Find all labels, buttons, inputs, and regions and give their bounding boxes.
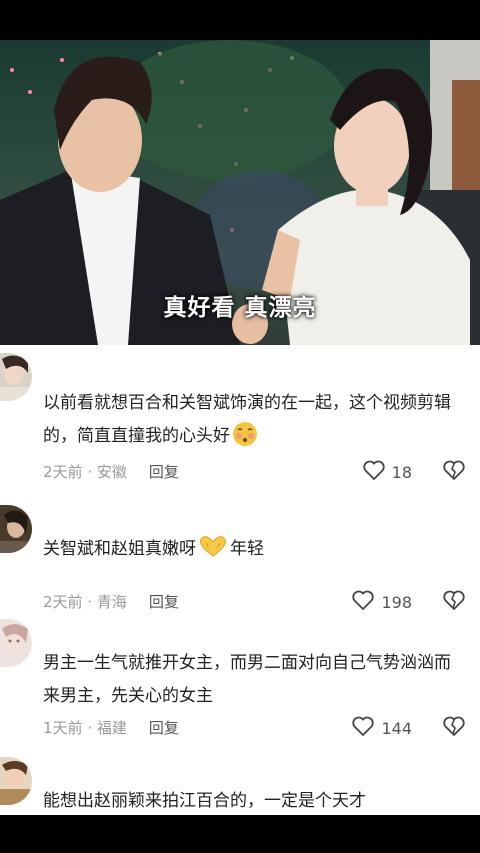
reply-button[interactable]: 回复	[149, 593, 179, 611]
comment-item: 男主一生气就推开女主，而男二面对向自己气势汹汹而来男主，先关心的女主 1天前 ·…	[0, 617, 480, 747]
comment-time: 1天前	[43, 719, 83, 737]
comment-item: 能想出赵丽颖来拍江百合的，一定是个天才	[0, 757, 480, 815]
comment-time: 2天前	[43, 593, 83, 611]
comment-item: 关智斌和赵姐真嫩呀 年轻 2天前 · 青海 回复 198	[0, 503, 480, 613]
like-count: 198	[381, 592, 412, 612]
reply-button[interactable]: 回复	[149, 719, 179, 737]
avatar[interactable]	[0, 757, 32, 805]
like-count: 18	[391, 462, 412, 482]
like-button[interactable]: 198	[351, 589, 412, 615]
comment-item: 以前看就想百合和关智斌饰演的在一起，这个视频剪辑的，简直直撞我的心头好 2天前 …	[0, 345, 480, 483]
comment-list: 以前看就想百合和关智斌饰演的在一起，这个视频剪辑的，简直直撞我的心头好 2天前 …	[0, 345, 480, 815]
comment-location: 青海	[96, 593, 127, 611]
video-subtitle: 真好看 真漂亮	[163, 295, 317, 321]
heart-hands-icon	[196, 534, 230, 572]
like-button[interactable]: 18	[362, 459, 412, 485]
comment-meta: 2天前 · 青海 回复	[43, 593, 179, 611]
avatar[interactable]	[0, 505, 32, 553]
broken-heart-icon[interactable]	[442, 459, 466, 485]
comment-text: 能想出赵丽颖来拍江百合的，一定是个天才	[43, 791, 366, 811]
heart-outline-icon	[351, 715, 375, 741]
comment-location: 福建	[96, 719, 127, 737]
comment-location: 安徽	[96, 463, 127, 481]
bottom-bar	[0, 815, 480, 853]
avatar[interactable]	[0, 619, 32, 667]
comment-text: 以前看就想百合和关智斌饰演的在一起，这个视频剪辑的，简直直撞我的心头好	[43, 387, 463, 459]
broken-heart-icon[interactable]	[442, 589, 466, 615]
comment-time: 2天前	[43, 463, 83, 481]
heart-outline-icon	[351, 589, 375, 615]
avatar[interactable]	[0, 353, 32, 401]
video-player[interactable]: 真好看 真漂亮	[0, 40, 480, 345]
top-bar	[0, 0, 480, 40]
comment-text: 关智斌和赵姐真嫩呀 年轻	[43, 533, 463, 572]
blushing-face-icon	[230, 421, 260, 459]
heart-outline-icon	[362, 459, 386, 485]
like-count: 144	[381, 718, 412, 738]
comment-meta: 1天前 · 福建 回复	[43, 719, 179, 737]
like-button[interactable]: 144	[351, 715, 412, 741]
broken-heart-icon[interactable]	[442, 715, 466, 741]
comment-meta: 2天前 · 安徽 回复	[43, 463, 179, 481]
reply-button[interactable]: 回复	[149, 463, 179, 481]
comment-text: 男主一生气就推开女主，而男二面对向自己气势汹汹而来男主，先关心的女主	[43, 653, 451, 706]
